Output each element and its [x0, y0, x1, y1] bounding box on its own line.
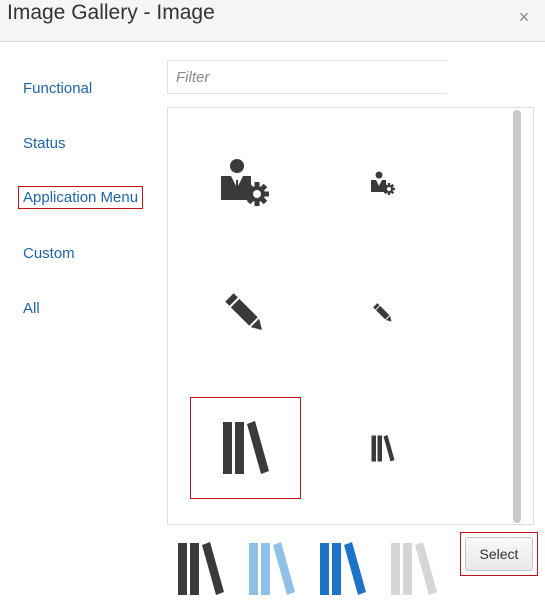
user-gear-icon — [371, 171, 395, 195]
close-icon[interactable]: × — [515, 8, 533, 26]
select-button-highlight: Select — [460, 532, 538, 576]
gallery-image-user-gear-small[interactable] — [328, 138, 438, 228]
dialog-titlebar: Image Gallery - Image × — [0, 0, 545, 42]
gallery-image-user-gear-large[interactable] — [190, 138, 300, 228]
filter-input[interactable] — [167, 60, 447, 94]
gallery-image-pencil-small[interactable] — [328, 268, 438, 358]
dialog-title: Image Gallery - Image — [7, 1, 215, 24]
library-books-icon — [222, 421, 269, 474]
nav-item-status[interactable]: Status — [23, 135, 66, 152]
nav-item-application-menu[interactable]: Application Menu — [18, 186, 144, 209]
pencil-icon — [373, 303, 392, 322]
variant-light-blue[interactable] — [248, 540, 296, 598]
gallery-scrollbar[interactable] — [513, 110, 521, 523]
pencil-icon — [225, 293, 262, 330]
nav-item-all[interactable]: All — [23, 300, 40, 317]
library-books-icon — [391, 542, 437, 595]
image-gallery-panel — [167, 107, 534, 525]
gallery-image-library-books-small[interactable] — [328, 397, 438, 499]
library-books-icon — [320, 542, 366, 595]
library-books-icon — [249, 542, 295, 595]
nav-item-custom[interactable]: Custom — [23, 245, 75, 262]
nav-item-functional[interactable]: Functional — [23, 80, 92, 97]
gallery-image-library-books-large[interactable] — [190, 397, 301, 499]
library-books-icon — [178, 542, 224, 595]
select-button[interactable]: Select — [465, 537, 533, 571]
gallery-image-pencil-large[interactable] — [190, 268, 300, 358]
user-gear-icon — [221, 159, 269, 206]
variant-blue[interactable] — [319, 540, 367, 598]
library-books-icon — [371, 434, 395, 461]
variant-dark[interactable] — [177, 540, 225, 598]
variant-light-gray[interactable] — [390, 540, 438, 598]
